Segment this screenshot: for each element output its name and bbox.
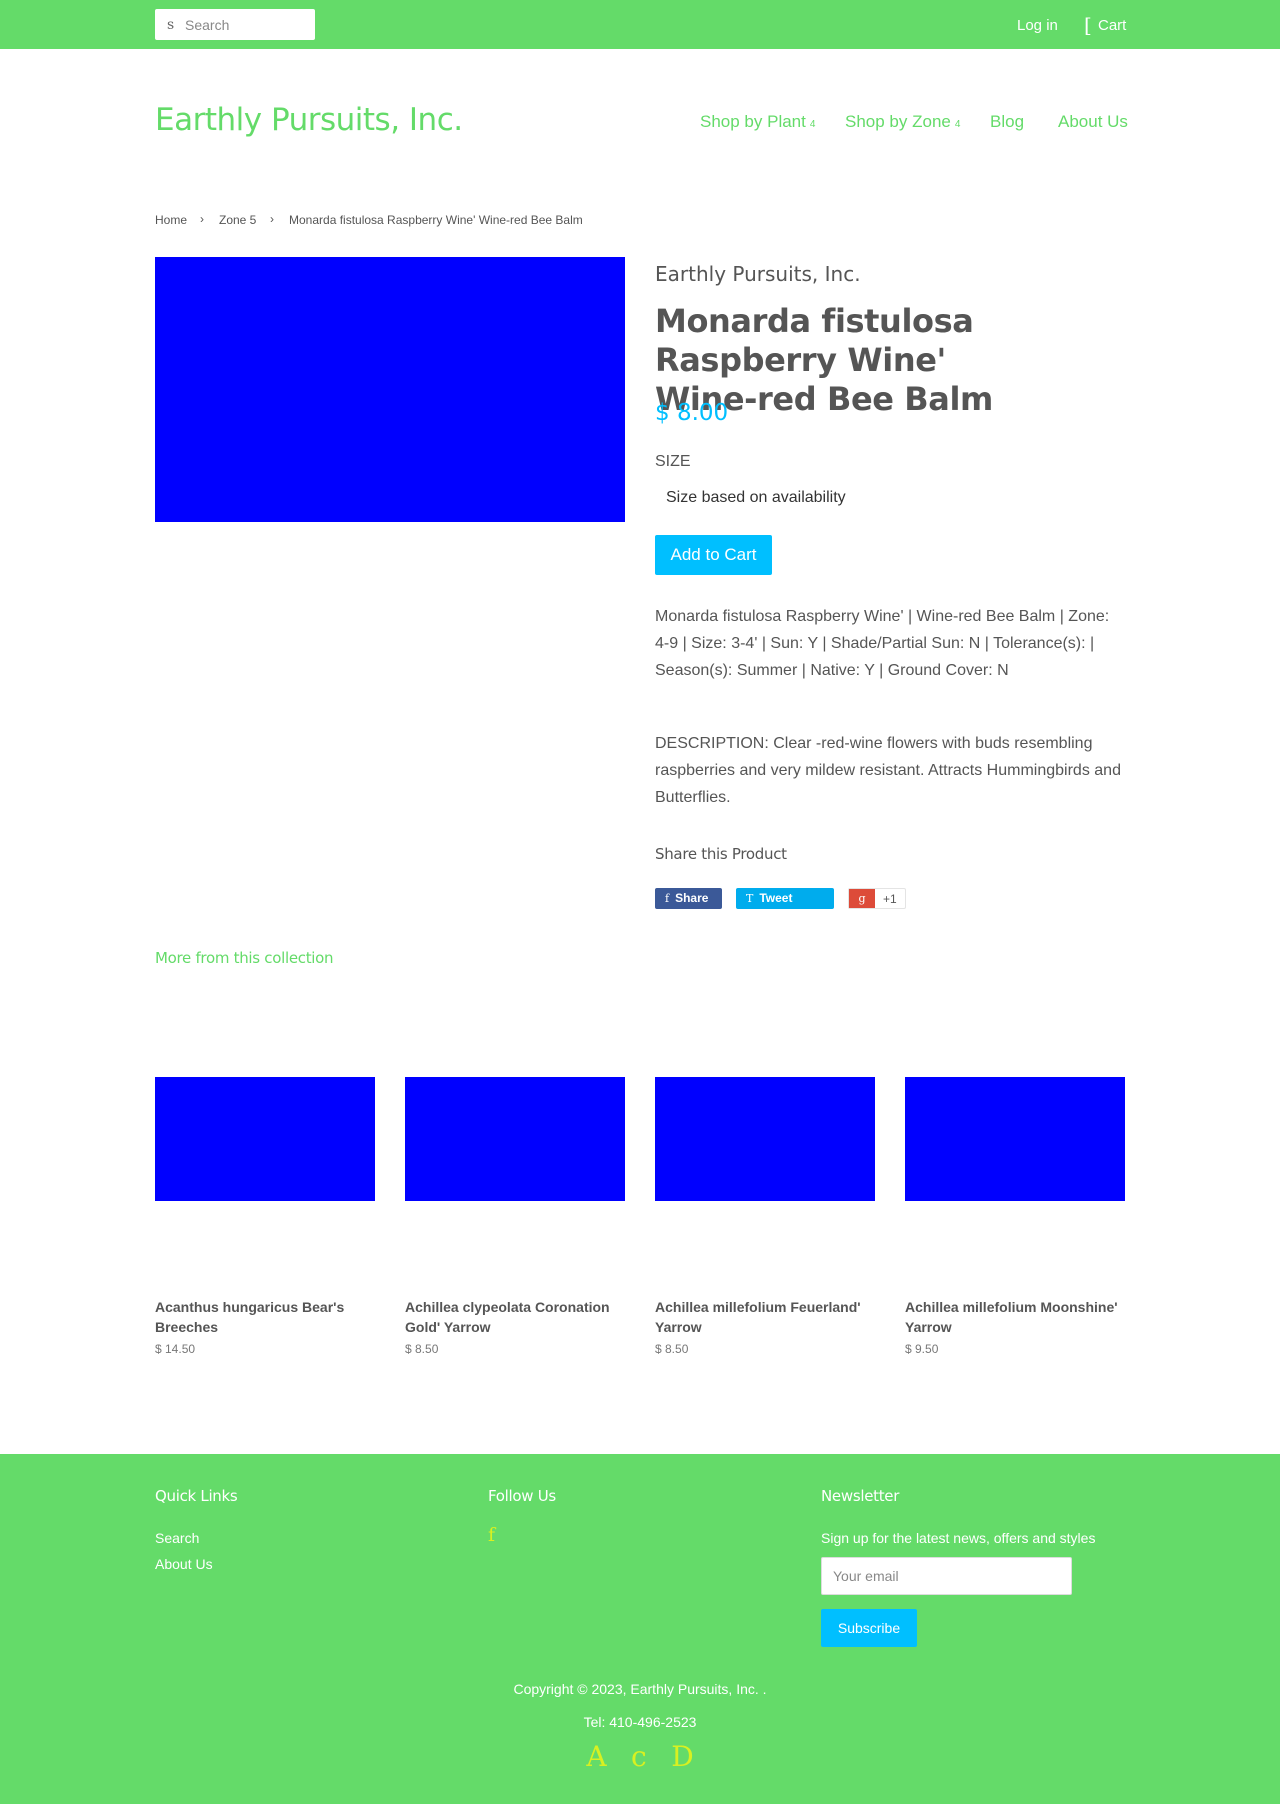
cart-icon[interactable]: [	[1084, 13, 1092, 37]
nav-shop-by-zone[interactable]: Shop by Zone 4	[845, 112, 960, 132]
quick-links-title: Quick Links	[155, 1487, 238, 1505]
related-product-card[interactable]: Achillea clypeolata Coronation Gold' Yar…	[405, 1077, 625, 1356]
breadcrumb-zone[interactable]: Zone 5	[219, 213, 256, 227]
related-product-name[interactable]: Achillea millefolium Feuerland' Yarrow	[655, 1297, 875, 1337]
chevron-down-icon: 4	[954, 119, 961, 130]
related-product-image[interactable]	[155, 1077, 375, 1201]
payment-icons: A c D	[0, 1740, 1280, 1773]
facebook-share-label: Share	[675, 891, 709, 905]
top-bar: s Log in [ Cart	[0, 0, 1280, 49]
follow-us-title: Follow Us	[488, 1487, 556, 1505]
related-product-card[interactable]: Acanthus hungaricus Bear's Breeches $ 14…	[155, 1077, 375, 1356]
nav-label: Shop by Zone	[845, 112, 951, 131]
newsletter-email-input[interactable]	[821, 1557, 1072, 1595]
related-product-image[interactable]	[405, 1077, 625, 1201]
twitter-tweet-label: Tweet	[759, 891, 793, 905]
telephone-text: Tel: 410-496-2523	[583, 1714, 697, 1730]
facebook-share-button[interactable]: f Share	[655, 888, 722, 909]
related-product-price: $ 8.50	[405, 1342, 439, 1356]
twitter-icon: T	[746, 892, 754, 905]
google-plus-button[interactable]: g +1	[848, 888, 906, 909]
related-product-card[interactable]: Achillea millefolium Moonshine' Yarrow $…	[905, 1077, 1125, 1356]
breadcrumb-current: Monarda fistulosa Raspberry Wine' Wine-r…	[289, 213, 583, 227]
related-product-price: $ 14.50	[155, 1342, 196, 1356]
site-logo-title[interactable]: Earthly Pursuits, Inc.	[155, 102, 463, 138]
product-price: $ 8.00	[655, 400, 729, 426]
search-input[interactable]	[185, 15, 309, 34]
related-product-image[interactable]	[905, 1077, 1125, 1201]
twitter-tweet-button[interactable]: T Tweet	[736, 888, 834, 909]
facebook-icon[interactable]: f	[488, 1524, 495, 1546]
related-product-name[interactable]: Achillea clypeolata Coronation Gold' Yar…	[405, 1297, 625, 1337]
search-box[interactable]: s	[155, 9, 315, 40]
product-details: Monarda fistulosa Raspberry Wine' | Wine…	[655, 608, 1110, 679]
product-vendor: Earthly Pursuits, Inc.	[655, 262, 861, 286]
copyright-text: Copyright © 2023, Earthly Pursuits, Inc.…	[513, 1681, 767, 1697]
breadcrumb-separator: ›	[200, 212, 204, 226]
product-title-line1: Monarda fistulosa Raspberry Wine'	[655, 302, 974, 379]
share-title: Share this Product	[655, 845, 787, 863]
payment-discover-icon: D	[671, 1740, 694, 1773]
payment-card-icon: c	[631, 1740, 647, 1773]
footer-link-about-us[interactable]: About Us	[155, 1556, 213, 1572]
nav-shop-by-plant[interactable]: Shop by Plant 4	[700, 112, 815, 132]
product-description: DESCRIPTION: Clear -red-wine flowers wit…	[655, 735, 1121, 806]
related-product-image[interactable]	[655, 1077, 875, 1201]
login-link[interactable]: Log in	[1017, 17, 1058, 34]
size-label: SIZE	[655, 453, 691, 470]
newsletter-text: Sign up for the latest news, offers and …	[821, 1530, 1096, 1546]
nav-blog[interactable]: Blog	[990, 112, 1024, 132]
more-from-collection-title[interactable]: More from this collection	[155, 949, 334, 967]
facebook-icon: f	[665, 892, 670, 905]
breadcrumb-separator: ›	[270, 212, 274, 226]
google-plus-icon: g	[849, 889, 875, 908]
nav-label: Shop by Plant	[700, 112, 806, 131]
related-product-price: $ 8.50	[655, 1342, 689, 1356]
subscribe-button[interactable]: Subscribe	[821, 1609, 917, 1647]
payment-amex-icon: A	[586, 1740, 607, 1773]
cart-link[interactable]: Cart	[1098, 17, 1126, 34]
google-plus-label: +1	[883, 892, 897, 906]
related-product-name[interactable]: Achillea millefolium Moonshine' Yarrow	[905, 1297, 1125, 1337]
search-icon: s	[167, 17, 175, 33]
chevron-down-icon: 4	[809, 119, 816, 130]
breadcrumb-home[interactable]: Home	[155, 213, 187, 227]
related-product-name[interactable]: Acanthus hungaricus Bear's Breeches	[155, 1297, 375, 1337]
add-to-cart-button[interactable]: Add to Cart	[655, 535, 772, 575]
footer: Quick Links Search About Us Follow Us f …	[0, 1454, 1280, 1804]
related-product-card[interactable]: Achillea millefolium Feuerland' Yarrow $…	[655, 1077, 875, 1356]
newsletter-title: Newsletter	[821, 1487, 900, 1505]
product-image[interactable]	[155, 257, 625, 522]
size-select[interactable]: Size based on availability	[655, 484, 955, 512]
nav-about-us[interactable]: About Us	[1058, 112, 1128, 132]
footer-link-search[interactable]: Search	[155, 1530, 199, 1546]
related-product-price: $ 9.50	[905, 1342, 939, 1356]
